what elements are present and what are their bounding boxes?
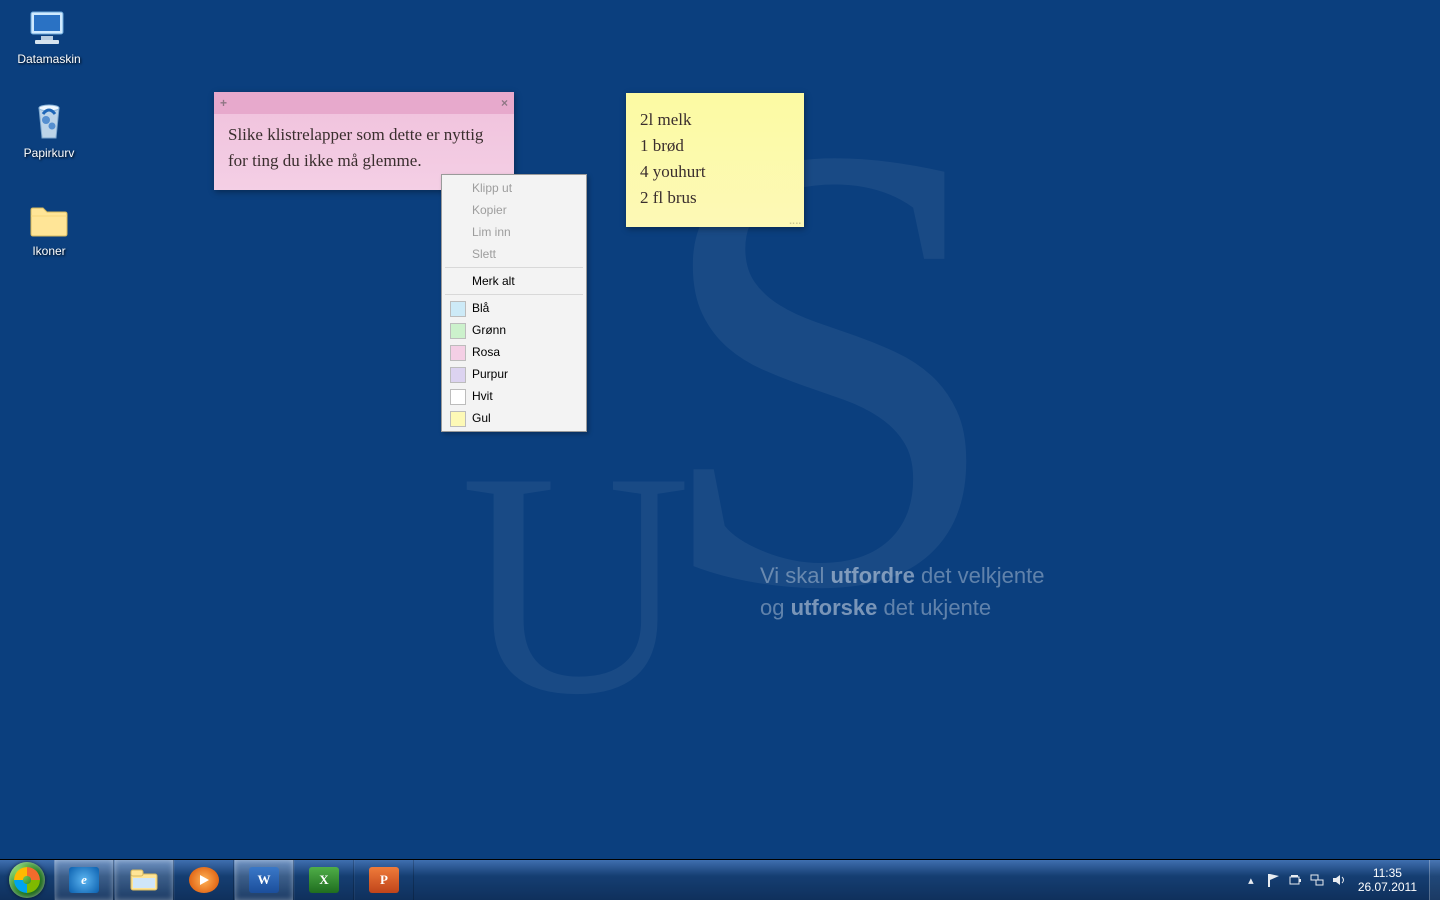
word-icon: W	[249, 867, 279, 893]
taskbar-button-powerpoint[interactable]: P	[354, 860, 414, 900]
desktop-icon-label: Datamaskin	[6, 52, 92, 66]
menu-item-cut: Klipp ut	[444, 177, 584, 199]
tray-overflow-button[interactable]: ▴	[1242, 871, 1260, 889]
sticky-note-titlebar[interactable]: + ×	[214, 92, 514, 114]
menu-item-color-purple[interactable]: Purpur	[444, 363, 584, 385]
menu-separator	[445, 294, 583, 295]
resize-grip-icon[interactable]: ⣀⣀	[788, 214, 801, 225]
sticky-note-close-button[interactable]: ×	[501, 96, 508, 110]
menu-item-delete: Slett	[444, 243, 584, 265]
menu-item-color-green[interactable]: Grønn	[444, 319, 584, 341]
color-swatch-icon	[450, 367, 466, 383]
recycle-bin-icon	[25, 100, 73, 144]
volume-icon[interactable]	[1330, 871, 1348, 889]
powerpoint-icon: P	[369, 867, 399, 893]
sticky-note-yellow[interactable]: 2l melk 1 brød 4 youhurt 2 fl brus ⣀⣀	[626, 93, 804, 227]
taskbar-button-excel[interactable]: X	[294, 860, 354, 900]
computer-icon	[25, 6, 73, 50]
network-icon[interactable]	[1308, 871, 1326, 889]
menu-separator	[445, 267, 583, 268]
color-swatch-icon	[450, 389, 466, 405]
start-button[interactable]	[0, 860, 54, 900]
color-swatch-icon	[450, 345, 466, 361]
desktop-icon-computer[interactable]: Datamaskin	[6, 6, 92, 66]
media-player-icon	[189, 867, 219, 893]
sticky-note-body[interactable]: 2l melk 1 brød 4 youhurt 2 fl brus	[626, 93, 804, 227]
windows-orb-icon	[9, 862, 45, 898]
excel-icon: X	[309, 867, 339, 893]
tray-clock[interactable]: 11:35 26.07.2011	[1350, 866, 1425, 894]
color-swatch-icon	[450, 323, 466, 339]
menu-item-label: Hvit	[472, 389, 493, 403]
wallpaper-slogan: Vi skal utfordre det velkjente og utfors…	[760, 560, 1044, 624]
desktop-icon-folder[interactable]: Ikoner	[6, 198, 92, 258]
taskbar-button-word[interactable]: W	[234, 860, 294, 900]
explorer-icon	[129, 867, 159, 893]
menu-item-label: Blå	[472, 301, 489, 315]
menu-item-copy: Kopier	[444, 199, 584, 221]
menu-item-color-white[interactable]: Hvit	[444, 385, 584, 407]
menu-item-label: Grønn	[472, 323, 506, 337]
menu-item-color-blue[interactable]: Blå	[444, 297, 584, 319]
menu-item-paste: Lim inn	[444, 221, 584, 243]
menu-item-color-yellow[interactable]: Gul	[444, 407, 584, 429]
menu-item-label: Purpur	[472, 367, 508, 381]
taskbar-button-media-player[interactable]	[174, 860, 234, 900]
ie-icon: e	[69, 867, 99, 893]
system-tray: ▴ 11:35 26.07.2011	[1230, 860, 1429, 900]
taskbar-button-explorer[interactable]	[114, 860, 174, 900]
flag-icon[interactable]	[1264, 871, 1282, 889]
folder-icon	[25, 198, 73, 242]
desktop-icon-label: Papirkurv	[6, 146, 92, 160]
power-icon[interactable]	[1286, 871, 1304, 889]
desktop-icon-recycle-bin[interactable]: Papirkurv	[6, 100, 92, 160]
tray-date: 26.07.2011	[1358, 880, 1417, 894]
desktop-icon-label: Ikoner	[6, 244, 92, 258]
color-swatch-icon	[450, 411, 466, 427]
show-desktop-button[interactable]	[1429, 860, 1440, 900]
menu-item-select-all[interactable]: Merk alt	[444, 270, 584, 292]
menu-item-label: Rosa	[472, 345, 500, 359]
color-swatch-icon	[450, 301, 466, 317]
menu-item-label: Gul	[472, 411, 491, 425]
tray-time: 11:35	[1358, 866, 1417, 880]
menu-item-color-pink[interactable]: Rosa	[444, 341, 584, 363]
sticky-note-add-button[interactable]: +	[220, 96, 227, 110]
taskbar: e W X P ▴ 11:35 26.07.2011	[0, 859, 1440, 900]
wallpaper-watermark-u: U	[460, 400, 691, 768]
sticky-note-context-menu: Klipp ut Kopier Lim inn Slett Merk alt B…	[441, 174, 587, 432]
taskbar-button-ie[interactable]: e	[54, 860, 114, 900]
